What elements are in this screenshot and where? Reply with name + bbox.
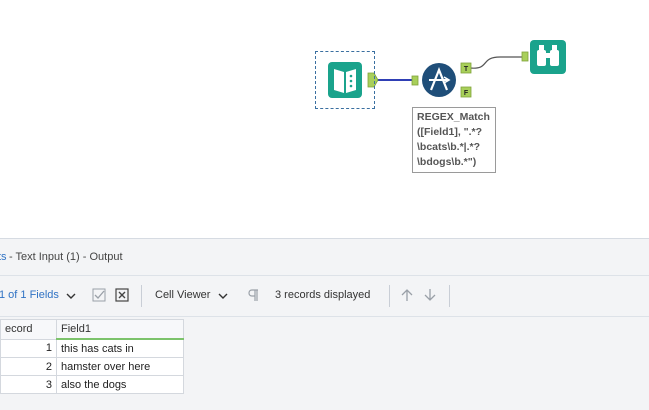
- filter-true-anchor[interactable]: T: [460, 62, 472, 74]
- column-header-field1[interactable]: Field1: [56, 319, 184, 340]
- viewer-selector[interactable]: Cell Viewer: [155, 289, 210, 301]
- results-title-prefix[interactable]: ts: [0, 251, 7, 263]
- toolbar-divider: [449, 285, 450, 307]
- record-cell: 1: [0, 338, 57, 358]
- filter-false-anchor[interactable]: F: [460, 86, 472, 98]
- chevron-down-icon[interactable]: [218, 291, 232, 305]
- chevron-down-icon[interactable]: [66, 291, 80, 305]
- field1-cell[interactable]: hamster over here: [56, 357, 184, 376]
- table-row[interactable]: 1 this has cats in: [0, 338, 184, 358]
- filter-input-anchor[interactable]: [411, 75, 419, 86]
- table-row[interactable]: 2 hamster over here: [0, 357, 184, 376]
- table-header-row: ecord Field1: [0, 319, 184, 340]
- pilcrow-icon[interactable]: [247, 288, 261, 302]
- toolbar-divider: [141, 285, 142, 307]
- fields-selector[interactable]: 1 of 1 Fields: [0, 289, 59, 301]
- input-tool-selection: [315, 51, 375, 109]
- checkbox-select-icon[interactable]: [92, 288, 106, 302]
- filter-tool[interactable]: [422, 63, 456, 97]
- records-status: 3 records displayed: [275, 289, 371, 301]
- connection-filter-browse: [469, 56, 522, 69]
- browse-input-anchor[interactable]: [521, 51, 529, 62]
- table-row[interactable]: 3 also the dogs: [0, 375, 184, 394]
- svg-text:F: F: [464, 90, 469, 97]
- browse-tool[interactable]: [530, 40, 566, 74]
- workflow-graph: T F: [328, 40, 566, 98]
- workflow-canvas[interactable]: T F REGEX_Match ([Field1], ".*? \bcats\b…: [0, 0, 649, 238]
- arrow-up-icon[interactable]: [400, 288, 414, 302]
- filter-annotation: REGEX_Match ([Field1], ".*? \bcats\b.*|.…: [412, 107, 496, 173]
- results-grid: ecord Field1 1 this has cats in 2 hamste…: [0, 319, 184, 394]
- field1-cell[interactable]: this has cats in: [56, 338, 184, 358]
- toolbar-divider: [389, 285, 390, 307]
- results-title: - Text Input (1) - Output: [9, 251, 123, 263]
- field1-cell[interactable]: also the dogs: [56, 375, 184, 394]
- record-cell: 3: [0, 375, 57, 394]
- arrow-down-icon[interactable]: [423, 288, 437, 302]
- results-toolbar: 1 of 1 Fields Cell Viewer 3 records disp…: [0, 276, 649, 317]
- record-cell: 2: [0, 357, 57, 376]
- results-title-bar: ts - Text Input (1) - Output: [0, 239, 649, 276]
- deselect-icon[interactable]: [115, 288, 129, 302]
- column-header-record[interactable]: ecord: [0, 319, 57, 340]
- svg-text:T: T: [464, 66, 469, 73]
- results-window: ts - Text Input (1) - Output 1 of 1 Fiel…: [0, 238, 649, 410]
